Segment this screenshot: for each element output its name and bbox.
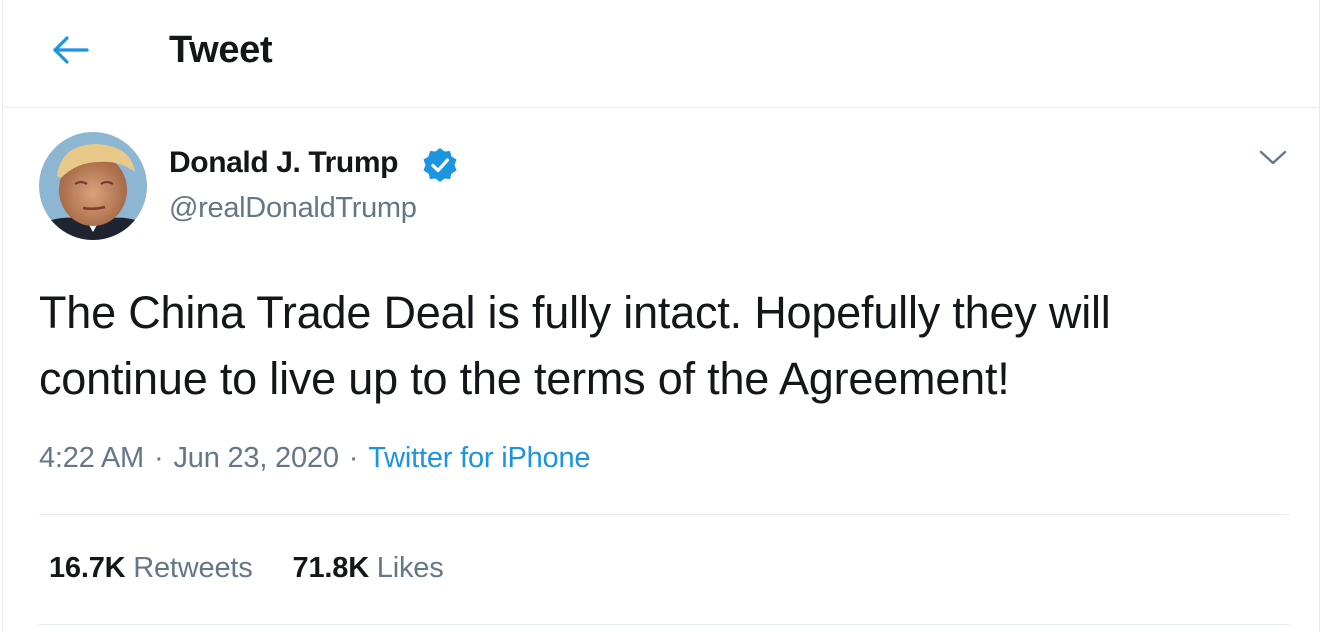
separator: ·	[154, 442, 164, 474]
likes-label: Likes	[376, 552, 444, 584]
tweet-page: Tweet Donald J. Trump @realDonaldTrump T…	[2, 0, 1320, 632]
tweet-stats: 16.7K Retweets 71.8K Likes	[49, 552, 484, 585]
divider	[39, 514, 1289, 515]
page-title: Tweet	[169, 29, 273, 71]
author-name[interactable]: Donald J. Trump	[169, 146, 398, 180]
tweet-source-link[interactable]: Twitter for iPhone	[368, 442, 590, 474]
likes-stat[interactable]: 71.8K Likes	[293, 552, 444, 584]
author-handle[interactable]: @realDonaldTrump	[169, 192, 417, 225]
tweet-meta: 4:22 AM · Jun 23, 2020 · Twitter for iPhone	[39, 442, 591, 475]
retweets-count: 16.7K	[49, 552, 126, 584]
divider	[39, 624, 1289, 625]
back-button[interactable]	[41, 24, 101, 80]
page-header: Tweet	[3, 0, 1319, 108]
verified-badge-icon	[421, 146, 459, 184]
tweet-text: The China Trade Deal is fully intact. Ho…	[39, 287, 1111, 404]
tweet-date[interactable]: Jun 23, 2020	[173, 442, 339, 474]
tweet-time[interactable]: 4:22 AM	[39, 442, 144, 474]
avatar[interactable]	[39, 132, 147, 240]
chevron-down-icon	[1259, 150, 1287, 171]
retweets-label: Retweets	[133, 552, 253, 584]
likes-count: 71.8K	[292, 552, 370, 584]
arrow-left-icon	[52, 35, 90, 70]
separator: ·	[348, 442, 359, 474]
more-options-button[interactable]	[1249, 140, 1297, 180]
retweets-stat[interactable]: 16.7K Retweets	[49, 552, 253, 584]
